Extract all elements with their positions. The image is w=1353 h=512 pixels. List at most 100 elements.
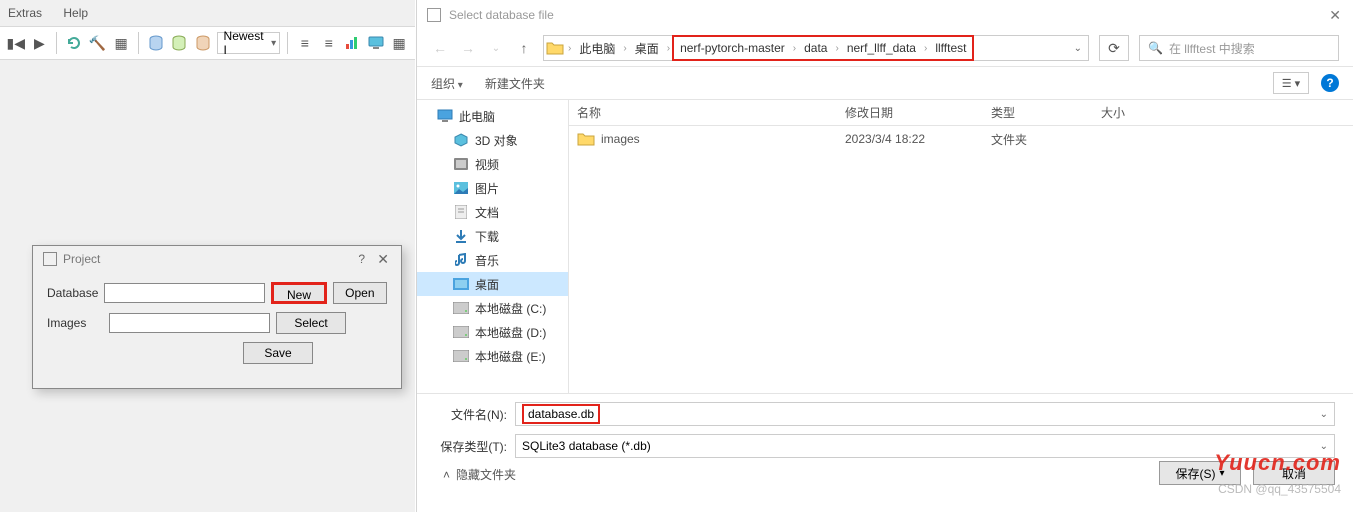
nav-recent-icon[interactable]: ⌄ [487, 43, 505, 54]
crumb-pc[interactable]: 此电脑 [573, 36, 621, 60]
col-date[interactable]: 修改日期 [837, 100, 983, 125]
filetype-label: 保存类型(T): [435, 438, 507, 455]
sidebar-item-label: 本地磁盘 (D:) [475, 324, 546, 341]
project-title: Project [63, 252, 100, 266]
file-dialog: Select database file ✕ ← → ⌄ ↑ › 此电脑› 桌面… [416, 0, 1353, 512]
images-input[interactable] [109, 313, 270, 333]
pic-icon [453, 180, 469, 196]
sidebar-item-music[interactable]: 音乐 [417, 248, 568, 272]
sidebar-item-label: 视频 [475, 156, 499, 173]
3d-icon [453, 132, 469, 148]
sidebar-item-pic[interactable]: 图片 [417, 176, 568, 200]
toolbar-step-back-icon[interactable]: ▮◀ [6, 32, 26, 54]
nav-up-icon[interactable]: ↑ [515, 40, 533, 56]
disk-icon [453, 300, 469, 316]
database-label: Database [47, 286, 98, 300]
sidebar-item-disk[interactable]: 本地磁盘 (E:) [417, 344, 568, 368]
toolbar-db2-icon[interactable] [169, 32, 189, 54]
crumb-llff[interactable]: nerf_llff_data [841, 37, 922, 59]
crumb-desktop[interactable]: 桌面 [629, 36, 665, 60]
menu-help[interactable]: Help [63, 6, 88, 20]
sidebar-item-label: 此电脑 [459, 108, 495, 125]
nav-back-icon[interactable]: ← [431, 40, 449, 56]
sidebar-item-label: 图片 [475, 180, 499, 197]
close-icon[interactable]: ✕ [377, 251, 389, 268]
toolbar-hammer-icon[interactable]: 🔨 [88, 32, 108, 54]
sidebar: 此电脑 3D 对象视频图片文档下载音乐桌面本地磁盘 (C:) 本地磁盘 (D:) 本地… [417, 100, 569, 393]
disk-icon [453, 324, 469, 340]
organize-menu[interactable]: 组织 [431, 75, 463, 92]
select-button[interactable]: Select [276, 312, 346, 334]
sidebar-item-label: 音乐 [475, 252, 499, 269]
sidebar-item-label: 本地磁盘 (C:) [475, 300, 546, 317]
refresh-button[interactable]: ⟳ [1099, 35, 1129, 61]
project-dialog-titlebar: Project ? ✕ [33, 246, 401, 272]
filetype-select[interactable]: SQLite3 database (*.db) ⌄ [515, 434, 1335, 458]
doc-icon [453, 204, 469, 220]
new-button[interactable]: New [271, 282, 326, 304]
sidebar-item-label: 文档 [475, 204, 499, 221]
help-icon[interactable]: ? [1321, 74, 1339, 92]
toolbar-align-right-icon[interactable]: ≡ [319, 32, 339, 54]
app-icon [43, 252, 57, 266]
video-icon [453, 156, 469, 172]
sidebar-item-label: 本地磁盘 (E:) [475, 348, 546, 365]
list-item[interactable]: images2023/3/4 18:22文件夹 [569, 126, 1353, 152]
nav-forward-icon: → [459, 40, 477, 56]
sidebar-item-3d[interactable]: 3D 对象 [417, 128, 568, 152]
view-mode-button[interactable]: ☰ ▾ [1273, 72, 1309, 94]
toolbar-monitor-icon[interactable] [366, 32, 386, 54]
toolbar-reload-icon[interactable] [64, 32, 84, 54]
sidebar-item-doc[interactable]: 文档 [417, 200, 568, 224]
toolbar-align-left-icon[interactable]: ≡ [295, 32, 315, 54]
search-placeholder: 在 llfftest 中搜索 [1169, 40, 1255, 57]
dl-icon [453, 228, 469, 244]
new-folder-button[interactable]: 新建文件夹 [485, 75, 545, 92]
toolbar-db3-icon[interactable] [193, 32, 213, 54]
sidebar-item-label: 3D 对象 [475, 132, 518, 149]
crumb-llfftest[interactable]: llfftest [929, 37, 972, 59]
address-bar[interactable]: › 此电脑› 桌面› nerf-pytorch-master› data› ne… [543, 35, 1089, 61]
menu-extras[interactable]: Extras [8, 6, 42, 20]
col-name[interactable]: 名称 [569, 100, 837, 125]
sidebar-item-label: 桌面 [475, 276, 499, 293]
database-input[interactable] [104, 283, 265, 303]
watermark: Yuucn.com [1214, 450, 1341, 476]
sidebar-item-disk[interactable]: 本地磁盘 (D:) [417, 320, 568, 344]
toolbar-filter-select[interactable]: Newest I [217, 32, 281, 54]
crumb-data[interactable]: data [798, 37, 833, 59]
toolbar-play-icon[interactable]: ▶ [30, 32, 50, 54]
crumb-nerf[interactable]: nerf-pytorch-master [674, 37, 791, 59]
chevron-down-icon[interactable]: ⌄ [1320, 409, 1328, 420]
save-button[interactable]: Save [243, 342, 313, 364]
file-list: 名称 修改日期 类型 大小 images2023/3/4 18:22文件夹 [569, 100, 1353, 393]
sidebar-item-disk[interactable]: 本地磁盘 (C:) [417, 296, 568, 320]
toolbar-db1-icon[interactable] [146, 32, 166, 54]
toolbar-settings-icon[interactable]: ▦ [389, 32, 409, 54]
toolbar-grid-icon[interactable]: ▦ [111, 32, 131, 54]
filetype-value: SQLite3 database (*.db) [522, 439, 651, 453]
chevron-down-icon[interactable]: ⌄ [1074, 43, 1082, 54]
folder-icon [544, 36, 566, 60]
close-icon[interactable]: ✕ [1329, 7, 1341, 24]
col-type[interactable]: 类型 [983, 100, 1093, 125]
open-button[interactable]: Open [333, 282, 387, 304]
list-header: 名称 修改日期 类型 大小 [569, 100, 1353, 126]
path-highlight: nerf-pytorch-master› data› nerf_llff_dat… [672, 35, 974, 61]
sidebar-item-video[interactable]: 视频 [417, 152, 568, 176]
filename-input[interactable]: database.db ⌄ [515, 402, 1335, 426]
hide-folders-link[interactable]: ˄ 隐藏文件夹 [435, 466, 516, 483]
sidebar-item-dl[interactable]: 下载 [417, 224, 568, 248]
col-size[interactable]: 大小 [1093, 100, 1183, 125]
toolbar-bars-icon[interactable] [342, 32, 362, 54]
window-icon [427, 8, 441, 22]
sidebar-item-pc[interactable]: 此电脑 [417, 104, 568, 128]
project-dialog: Project ? ✕ Database New Open Images Sel… [32, 245, 402, 389]
filename-label: 文件名(N): [435, 406, 507, 423]
toolbar: ▮◀ ▶ 🔨 ▦ Newest I ≡ ≡ ▦ [0, 26, 415, 60]
file-dialog-title: Select database file [449, 8, 554, 22]
help-icon[interactable]: ? [358, 252, 365, 266]
search-input[interactable]: 🔍 在 llfftest 中搜索 [1139, 35, 1339, 61]
menu-bar: Extras Help [0, 0, 415, 26]
sidebar-item-desk[interactable]: 桌面 [417, 272, 568, 296]
